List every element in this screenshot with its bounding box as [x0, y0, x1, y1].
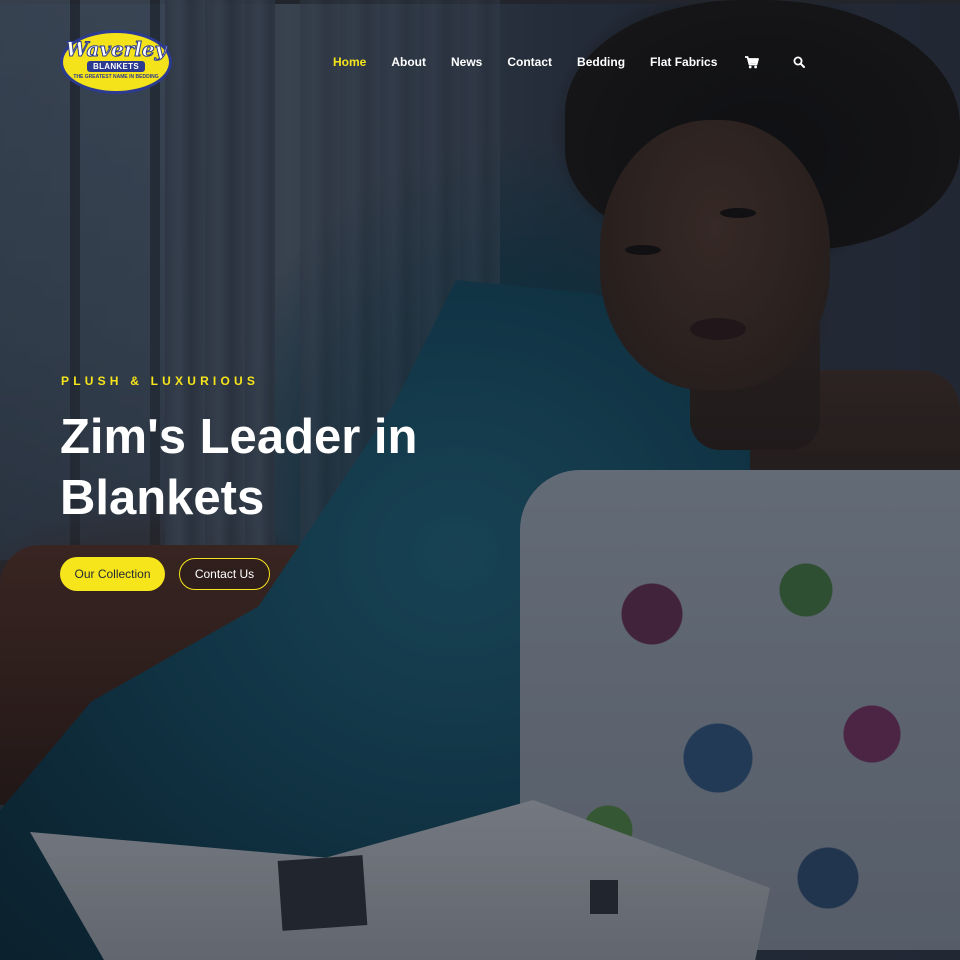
search-icon[interactable] [791, 54, 807, 70]
site-header: Waverley BLANKETS THE GREATEST NAME IN B… [0, 0, 960, 124]
main-nav: Home About News Contact Bedding Flat Fab… [333, 52, 835, 72]
nav-item-home[interactable]: Home [333, 55, 366, 69]
contact-us-button[interactable]: Contact Us [179, 558, 270, 590]
nav-item-contact[interactable]: Contact [507, 55, 552, 69]
hero-headline: Zim's Leader in Blankets [60, 410, 418, 525]
logo-script-text: Waverley [65, 36, 167, 61]
logo-tagline: THE GREATEST NAME IN BEDDING [73, 73, 159, 80]
nav-item-news[interactable]: News [451, 55, 482, 69]
hero-eyebrow: PLUSH & LUXURIOUS [61, 374, 260, 388]
nav-item-about[interactable]: About [391, 55, 426, 69]
hero-section: Waverley BLANKETS THE GREATEST NAME IN B… [0, 0, 960, 960]
nav-item-flat-fabrics[interactable]: Flat Fabrics [650, 55, 717, 69]
logo-band-text: BLANKETS [87, 60, 145, 72]
nav-item-bedding[interactable]: Bedding [577, 55, 625, 69]
our-collection-button[interactable]: Our Collection [60, 557, 165, 591]
brand-logo[interactable]: Waverley BLANKETS THE GREATEST NAME IN B… [60, 30, 172, 94]
cart-icon[interactable] [744, 54, 760, 70]
